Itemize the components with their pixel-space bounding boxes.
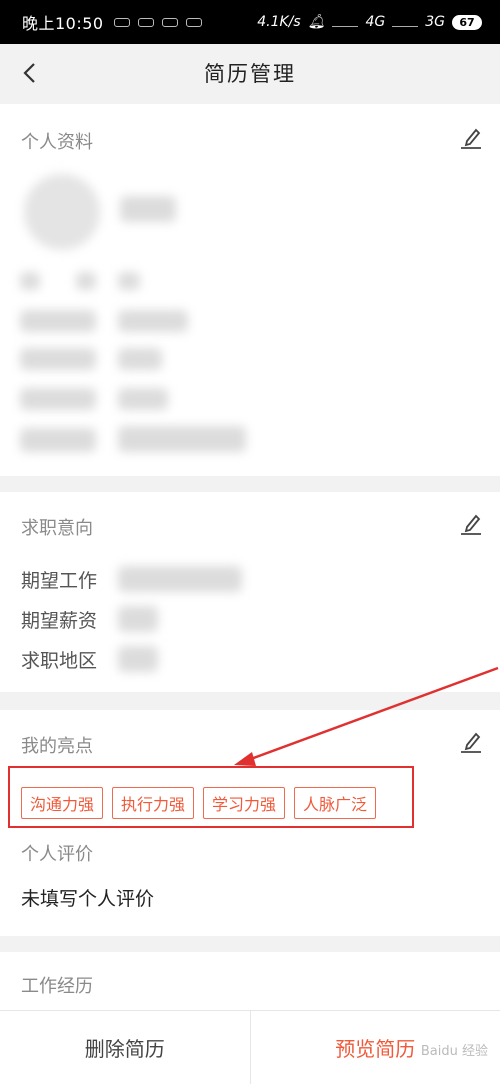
notification-icon: [185, 17, 202, 27]
resume-management-screen: 晚上10:50 4.1K/s 🔔︎ 4G 3G 67 简历管理 个人资料 求职意…: [0, 0, 500, 1084]
job-region-value-blurred: [118, 646, 158, 672]
job-intent-section-title: 求职意向: [21, 518, 93, 539]
page-title: 简历管理: [204, 62, 296, 86]
battery-icon: 67: [452, 14, 482, 30]
name-blurred: [120, 196, 176, 222]
work-experience-section: 工作经历: [0, 952, 500, 1012]
chevron-left-icon: [23, 63, 35, 83]
notification-icon: [161, 17, 178, 27]
expected-salary-label: 期望薪资: [21, 610, 98, 632]
evaluation-value: 未填写个人评价: [21, 888, 155, 910]
signal-wave-icon: [332, 17, 359, 27]
edit-profile-icon[interactable]: [458, 124, 484, 150]
blurred-value: [118, 426, 246, 452]
blurred-label: [20, 272, 40, 290]
blurred-label: [76, 272, 96, 290]
work-experience-section-title: 工作经历: [21, 976, 93, 997]
blurred-value: [118, 272, 140, 290]
bell-icon: 🔔︎: [307, 14, 326, 30]
blurred-value: [118, 348, 162, 370]
expected-job-label: 期望工作: [21, 570, 98, 592]
edit-job-intent-icon[interactable]: [458, 510, 484, 536]
blurred-value: [118, 310, 188, 332]
notification-icon: [113, 17, 130, 27]
status-right: 4.1K/s 🔔︎ 4G 3G 67: [257, 14, 482, 30]
job-region-label: 求职地区: [21, 650, 98, 672]
profile-section: 个人资料: [0, 104, 500, 476]
signal-4g: 4G: [365, 14, 386, 30]
notification-icon: [137, 17, 154, 27]
status-time: 晚上10:50: [22, 14, 104, 33]
expected-job-value-blurred: [118, 566, 242, 592]
status-bar: 晚上10:50 4.1K/s 🔔︎ 4G 3G 67: [0, 0, 500, 44]
job-intent-section: 求职意向 期望工作 期望薪资 求职地区: [0, 492, 500, 692]
back-button[interactable]: [16, 60, 42, 86]
nav-bar: 简历管理: [0, 44, 500, 102]
network-speed: 4.1K/s: [257, 14, 301, 30]
avatar[interactable]: [24, 174, 100, 250]
annotation-highlight-box: [8, 766, 414, 828]
status-notification-icons: [113, 17, 202, 27]
edit-highlights-icon[interactable]: [458, 728, 484, 754]
blurred-label: [20, 388, 96, 410]
blurred-label: [20, 428, 96, 452]
signal-3g: 3G: [425, 14, 445, 30]
profile-section-title: 个人资料: [21, 132, 93, 153]
blurred-label: [20, 348, 96, 370]
evaluation-title: 个人评价: [21, 844, 93, 865]
watermark-text: Baidu 经验: [420, 1044, 488, 1059]
signal-wave-icon: [392, 17, 419, 27]
expected-salary-value-blurred: [118, 606, 158, 632]
delete-resume-button[interactable]: 删除简历: [0, 1011, 251, 1084]
blurred-value: [118, 388, 168, 410]
blurred-label: [20, 310, 96, 332]
highlights-section-title: 我的亮点: [21, 736, 93, 757]
